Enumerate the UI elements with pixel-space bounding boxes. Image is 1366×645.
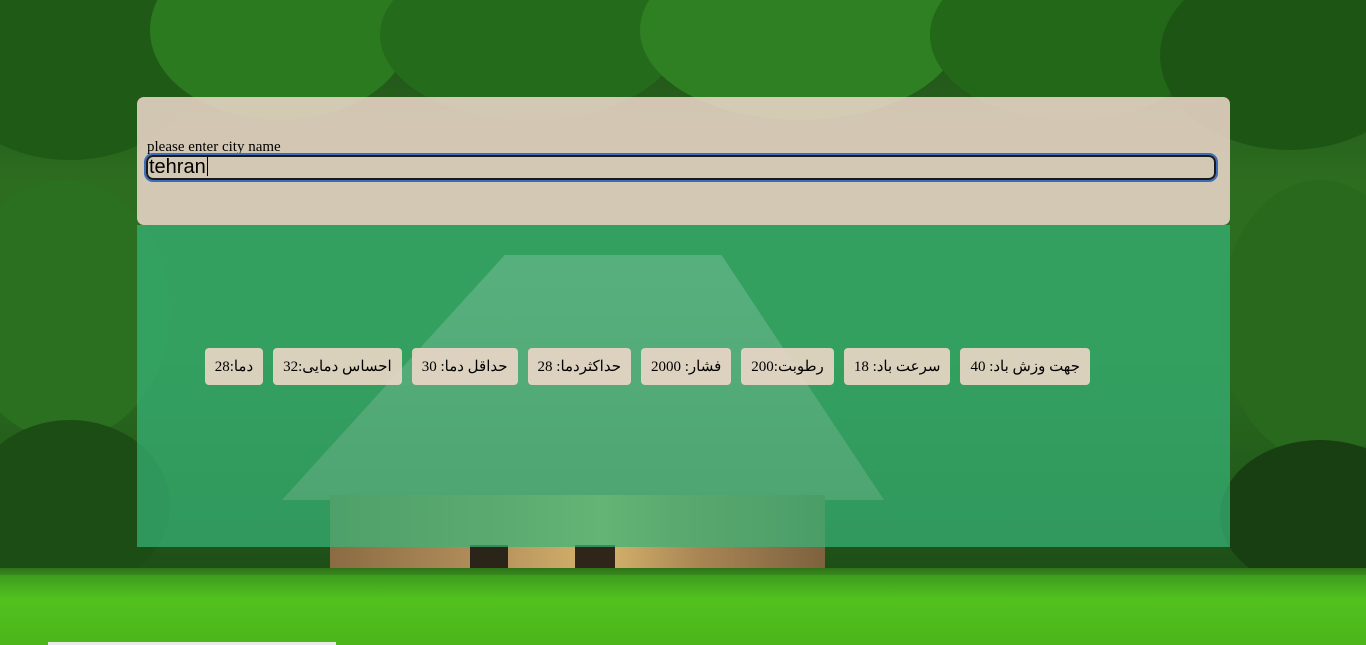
temperature-chip: دما:28 bbox=[204, 348, 264, 385]
weather-results-panel: جهت وزش باد: 40 سرعت باد: 18 رطوبت:200 ف… bbox=[137, 225, 1230, 547]
text-caret bbox=[206, 157, 208, 176]
pressure-chip: فشار: 2000 bbox=[641, 348, 732, 385]
feels-like-chip: احساس دمایی:32 bbox=[273, 348, 402, 385]
city-search-input[interactable]: tehran bbox=[144, 153, 1218, 182]
wind-speed-chip: سرعت باد: 18 bbox=[843, 348, 951, 385]
humidity-chip: رطوبت:200 bbox=[741, 348, 834, 385]
min-temperature-chip: حداقل دما: 30 bbox=[411, 348, 518, 385]
search-card: please enter city name tehran bbox=[137, 97, 1230, 225]
max-temperature-chip: حداکثردما: 28 bbox=[527, 348, 631, 385]
city-input-label: please enter city name bbox=[147, 139, 281, 155]
city-input-value: tehran bbox=[149, 156, 206, 178]
wind-direction-chip: جهت وزش باد: 40 bbox=[960, 348, 1090, 385]
weather-chips-row: جهت وزش باد: 40 سرعت باد: 18 رطوبت:200 ف… bbox=[204, 348, 1090, 385]
